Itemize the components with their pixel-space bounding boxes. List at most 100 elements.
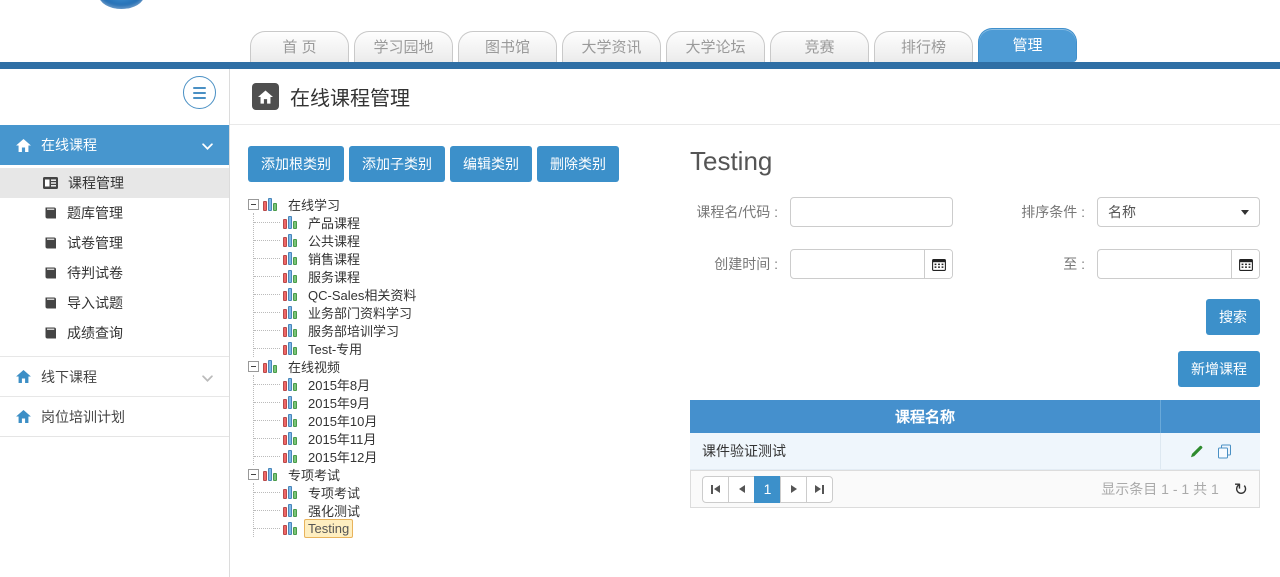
nav-tab[interactable]: 学习园地 bbox=[354, 31, 453, 62]
course-name-column-header: 课程名称 bbox=[690, 406, 1160, 427]
top-header: 首 页学习园地图书馆大学资讯大学论坛竞赛排行榜管理 bbox=[0, 0, 1280, 62]
chevron-down-icon bbox=[202, 375, 213, 382]
pager-page-button[interactable]: 1 bbox=[754, 476, 781, 503]
sidebar-toggle-button[interactable] bbox=[183, 76, 216, 109]
sidebar-section: 线下课程 bbox=[0, 356, 229, 396]
chevron-down-icon bbox=[202, 143, 213, 150]
sidebar-item-label: 导入试题 bbox=[67, 293, 123, 313]
table-row: 课件验证测试 bbox=[690, 433, 1260, 470]
sidebar-section-label: 线下课程 bbox=[41, 367, 97, 387]
sort-select[interactable]: 名称 bbox=[1097, 197, 1260, 227]
created-to-calendar-button[interactable] bbox=[1231, 250, 1259, 278]
category-toolbar-button[interactable]: 删除类别 bbox=[537, 146, 619, 182]
pagination-summary: 显示条目 1 - 1 共 1 bbox=[1101, 479, 1218, 499]
category-tree: 在线学习产品课程公共课程销售课程服务课程QC-Sales相关资料业务部门资料学习… bbox=[248, 195, 680, 537]
tree-node-icon bbox=[283, 216, 299, 229]
sidebar-section-header[interactable]: 在线课程 bbox=[0, 125, 229, 165]
search-form-row-1: 课程名/代码 : 排序条件 : 名称 bbox=[690, 197, 1260, 227]
tree-node-icon bbox=[283, 252, 299, 265]
tree-children: 2015年8月2015年9月2015年10月2015年11月2015年12月 bbox=[253, 375, 680, 465]
add-course-button[interactable]: 新增课程 bbox=[1178, 351, 1260, 387]
course-table-body: 课件验证测试 bbox=[690, 433, 1260, 470]
site-logo bbox=[99, 0, 144, 9]
nav-tab[interactable]: 首 页 bbox=[250, 31, 349, 62]
book-icon bbox=[43, 327, 57, 339]
sidebar: 在线课程课程管理题库管理试卷管理待判试卷导入试题成绩查询线下课程岗位培训计划 bbox=[0, 69, 230, 577]
home-icon bbox=[16, 139, 31, 152]
tree-node-icon bbox=[263, 198, 279, 211]
page-home-icon bbox=[252, 83, 279, 110]
actions-column-header bbox=[1160, 400, 1260, 433]
category-toolbar-button[interactable]: 添加子类别 bbox=[349, 146, 445, 182]
tree-child-row[interactable]: Testing bbox=[254, 519, 680, 537]
sidebar-section: 岗位培训计划 bbox=[0, 396, 229, 436]
sidebar-item[interactable]: 课程管理 bbox=[0, 168, 229, 198]
tree-node-icon bbox=[283, 324, 299, 337]
copy-button[interactable] bbox=[1217, 444, 1232, 459]
home-icon bbox=[16, 410, 31, 423]
pager-next-button[interactable] bbox=[780, 476, 807, 503]
edit-button[interactable] bbox=[1189, 444, 1204, 459]
course-actions-cell bbox=[1160, 433, 1260, 469]
book-icon bbox=[43, 267, 57, 279]
tree-node-icon bbox=[283, 486, 299, 499]
nav-tab[interactable]: 大学论坛 bbox=[666, 31, 765, 62]
header-divider bbox=[0, 62, 1280, 69]
home-icon bbox=[16, 370, 31, 383]
tree-node-icon bbox=[283, 270, 299, 283]
sidebar-section-header[interactable]: 岗位培训计划 bbox=[0, 396, 229, 436]
pager-prev-button[interactable] bbox=[728, 476, 755, 503]
tree-node-icon bbox=[283, 396, 299, 409]
sidebar-item[interactable]: 试卷管理 bbox=[0, 228, 229, 258]
sidebar-section-header[interactable]: 线下课程 bbox=[0, 356, 229, 396]
course-card-icon bbox=[43, 177, 58, 189]
course-name-label: 课程名/代码 : bbox=[690, 203, 778, 222]
sidebar-menu: 在线课程课程管理题库管理试卷管理待判试卷导入试题成绩查询线下课程岗位培训计划 bbox=[0, 125, 229, 437]
tree-node-icon bbox=[283, 234, 299, 247]
tree-collapse-icon[interactable] bbox=[248, 361, 259, 372]
course-table: 课程名称 课件验证测试 1 显示条目 bbox=[690, 400, 1260, 508]
tree-collapse-icon[interactable] bbox=[248, 199, 259, 210]
nav-tab[interactable]: 竞赛 bbox=[770, 31, 869, 62]
edit-icon bbox=[1189, 444, 1204, 459]
calendar-icon bbox=[1239, 258, 1253, 271]
sidebar-section: 在线课程课程管理题库管理试卷管理待判试卷导入试题成绩查询 bbox=[0, 125, 229, 356]
tree-node-icon bbox=[283, 414, 299, 427]
tree-child-row[interactable]: 强化测试 bbox=[254, 501, 680, 519]
pager-last-button[interactable] bbox=[806, 476, 833, 503]
tree-node-icon bbox=[283, 450, 299, 463]
tree-children: 专项考试强化测试Testing bbox=[253, 483, 680, 537]
select-arrow-icon bbox=[1241, 210, 1249, 215]
search-button[interactable]: 搜索 bbox=[1206, 299, 1260, 335]
hamburger-icon bbox=[193, 87, 206, 89]
sidebar-item[interactable]: 待判试卷 bbox=[0, 258, 229, 288]
sidebar-item[interactable]: 题库管理 bbox=[0, 198, 229, 228]
nav-tab[interactable]: 图书馆 bbox=[458, 31, 557, 62]
nav-tabs: 首 页学习园地图书馆大学资讯大学论坛竞赛排行榜管理 bbox=[250, 28, 1082, 62]
tree-node-label: Testing bbox=[304, 519, 353, 538]
nav-tab[interactable]: 排行榜 bbox=[874, 31, 973, 62]
refresh-icon[interactable]: ↻ bbox=[1234, 481, 1248, 498]
created-from-calendar-button[interactable] bbox=[924, 250, 952, 278]
sidebar-item[interactable]: 成绩查询 bbox=[0, 318, 229, 348]
sidebar-item-label: 试卷管理 bbox=[67, 233, 123, 253]
sidebar-item[interactable]: 导入试题 bbox=[0, 288, 229, 318]
nav-tab[interactable]: 大学资讯 bbox=[562, 31, 661, 62]
book-icon bbox=[43, 207, 57, 219]
category-toolbar-button[interactable]: 编辑类别 bbox=[450, 146, 532, 182]
tree-root-node: 在线视频2015年8月2015年9月2015年10月2015年11月2015年1… bbox=[248, 357, 680, 465]
nav-tab[interactable]: 管理 bbox=[978, 28, 1077, 62]
tree-node-icon bbox=[283, 378, 299, 391]
tree-root-node: 在线学习产品课程公共课程销售课程服务课程QC-Sales相关资料业务部门资料学习… bbox=[248, 195, 680, 357]
tree-root-node: 专项考试专项考试强化测试Testing bbox=[248, 465, 680, 537]
pager-first-button[interactable] bbox=[702, 476, 729, 503]
course-name-input[interactable] bbox=[790, 197, 953, 227]
tree-node-icon bbox=[263, 468, 279, 481]
tree-collapse-icon[interactable] bbox=[248, 469, 259, 480]
search-form-row-2: 创建时间 : 至 : bbox=[690, 249, 1260, 279]
category-toolbar-button[interactable]: 添加根类别 bbox=[248, 146, 344, 182]
category-toolbar: 添加根类别添加子类别编辑类别删除类别 bbox=[248, 146, 680, 182]
sidebar-item-label: 待判试卷 bbox=[67, 263, 123, 283]
sort-select-value: 名称 bbox=[1108, 202, 1136, 222]
pager: 1 bbox=[702, 476, 833, 503]
